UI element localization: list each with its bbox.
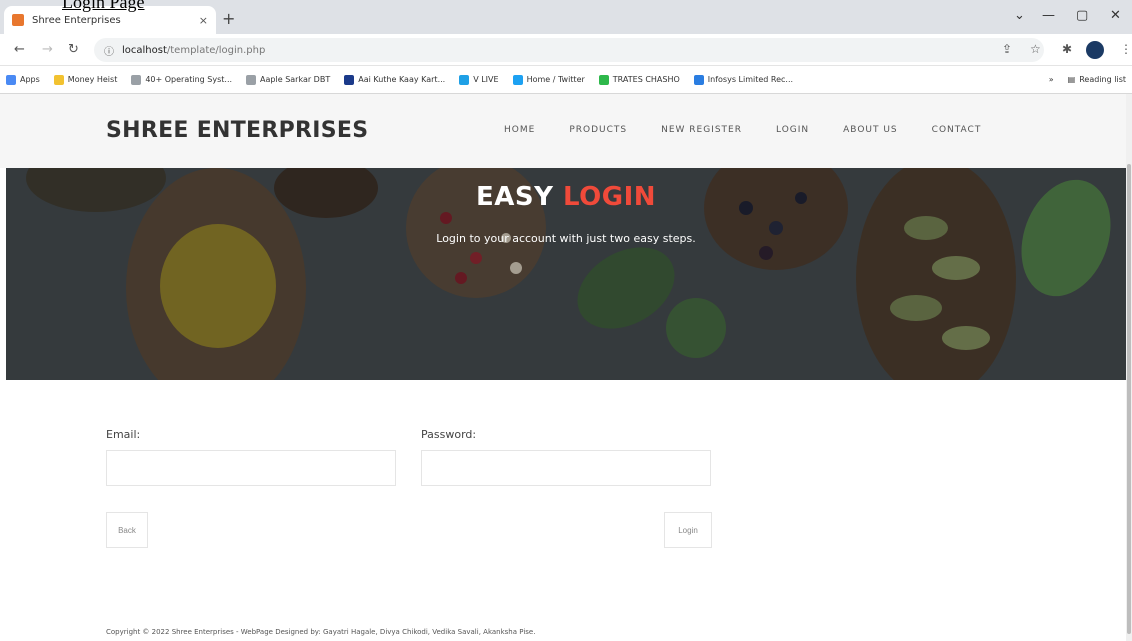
footer-copyright: Copyright © 2022 Shree Enterprises - Web… [106, 628, 536, 636]
hero-subtitle: Login to your account with just two easy… [436, 232, 696, 245]
email-field[interactable] [106, 450, 396, 486]
url-path: /template/login.php [166, 44, 266, 56]
reading-list-icon: ▤ [1067, 75, 1076, 84]
scrollbar-thumb[interactable] [1127, 164, 1131, 634]
back-button[interactable]: Back [106, 512, 148, 548]
vlive-icon [459, 74, 470, 85]
forward-arrow-icon[interactable]: → [42, 42, 53, 57]
address-bar[interactable]: ⓘ localhost/template/login.php [94, 38, 1044, 62]
hero-title-accent: LOGIN [562, 182, 657, 212]
bookmark-label: TRATES CHASHO [612, 75, 680, 84]
twitter-icon [512, 74, 523, 85]
email-label: Email: [106, 428, 141, 441]
hero-title: EASY LOGIN [6, 182, 1126, 212]
reading-list[interactable]: » ▤ Reading list [1049, 75, 1126, 84]
info-icon: ⓘ [104, 46, 114, 58]
bookmark-label: 40+ Operating Syst... [145, 75, 233, 84]
tab-search-icon[interactable]: ⌄ [1014, 8, 1025, 23]
site-icon [344, 74, 355, 85]
apps-grid-icon [6, 74, 16, 85]
bookmark-label: Apps [20, 75, 40, 84]
password-label: Password: [421, 428, 477, 441]
bookmark-trates[interactable]: TRATES CHASHO [598, 74, 680, 85]
main-nav: HOME PRODUCTS NEW REGISTER LOGIN ABOUT U… [504, 125, 1015, 135]
bookmark-money-heist[interactable]: Money Heist [53, 74, 118, 85]
bookmark-label: Infosys Limited Rec... [707, 75, 794, 84]
bookmarks-bar: Apps Money Heist 40+ Operating Syst... A… [0, 66, 1132, 94]
tab-title: Shree Enterprises [32, 14, 121, 26]
folder-icon [53, 74, 64, 85]
page-icon [246, 74, 257, 85]
infosys-icon [693, 74, 704, 85]
site-brand[interactable]: SHREE ENTERPRISES [106, 118, 368, 143]
bookmark-vlive[interactable]: V LIVE [459, 74, 499, 85]
bookmark-label: Aaple Sarkar DBT [260, 75, 331, 84]
hero-banner: EASY LOGIN Login to your account with ju… [6, 168, 1126, 380]
nav-products[interactable]: PRODUCTS [569, 125, 627, 135]
site-header: SHREE ENTERPRISES HOME PRODUCTS NEW REGI… [0, 94, 1132, 168]
browser-toolbar: ← → ↻ ⓘ localhost/template/login.php ⇪ ☆… [0, 34, 1132, 66]
close-window-icon[interactable]: ✕ [1110, 8, 1121, 23]
nav-new-register[interactable]: NEW REGISTER [661, 125, 742, 135]
bookmark-operating-systems[interactable]: 40+ Operating Syst... [131, 74, 233, 85]
chevron-double-icon[interactable]: » [1049, 75, 1054, 84]
tab-close-icon[interactable]: × [199, 14, 208, 27]
share-icon[interactable]: ⇪ [1002, 42, 1012, 56]
page-caption: Login Page [62, 0, 145, 12]
menu-kebab-icon[interactable]: ⋮ [1120, 42, 1132, 56]
browser-tabbar: Shree Enterprises × + ⌄ — ▢ ✕ [0, 0, 1132, 34]
bookmark-label: Home / Twitter [526, 75, 585, 84]
nav-contact[interactable]: CONTACT [932, 125, 982, 135]
bookmark-label: Money Heist [67, 75, 118, 84]
favicon-icon [12, 14, 24, 26]
url-host: localhost [122, 44, 167, 56]
extensions-icon[interactable]: ✱ [1062, 42, 1072, 56]
new-tab-icon[interactable]: + [222, 9, 235, 28]
nav-home[interactable]: HOME [504, 125, 535, 135]
maximize-icon[interactable]: ▢ [1076, 8, 1088, 23]
bookmark-twitter[interactable]: Home / Twitter [512, 74, 585, 85]
reading-list-label: Reading list [1079, 75, 1126, 84]
nav-about-us[interactable]: ABOUT US [843, 125, 898, 135]
star-icon[interactable]: ☆ [1030, 42, 1041, 56]
login-button[interactable]: Login [664, 512, 712, 548]
bookmark-apps[interactable]: Apps [6, 74, 40, 85]
bookmark-label: V LIVE [473, 75, 499, 84]
minimize-icon[interactable]: — [1042, 8, 1055, 23]
back-arrow-icon[interactable]: ← [14, 42, 25, 57]
bookmark-label: Aai Kuthe Kaay Kart... [358, 75, 446, 84]
profile-avatar[interactable] [1086, 41, 1104, 59]
bookmark-aai-kuthe[interactable]: Aai Kuthe Kaay Kart... [344, 74, 446, 85]
bookmark-infosys[interactable]: Infosys Limited Rec... [693, 74, 794, 85]
globe-icon [131, 74, 142, 85]
hero-title-plain: EASY [475, 182, 563, 212]
nav-login[interactable]: LOGIN [776, 125, 809, 135]
password-field[interactable] [421, 450, 711, 486]
page-scrollbar[interactable] [1126, 94, 1132, 641]
bookmark-aaple-sarkar[interactable]: Aaple Sarkar DBT [246, 74, 331, 85]
reload-icon[interactable]: ↻ [68, 42, 79, 57]
leaf-icon [598, 74, 609, 85]
